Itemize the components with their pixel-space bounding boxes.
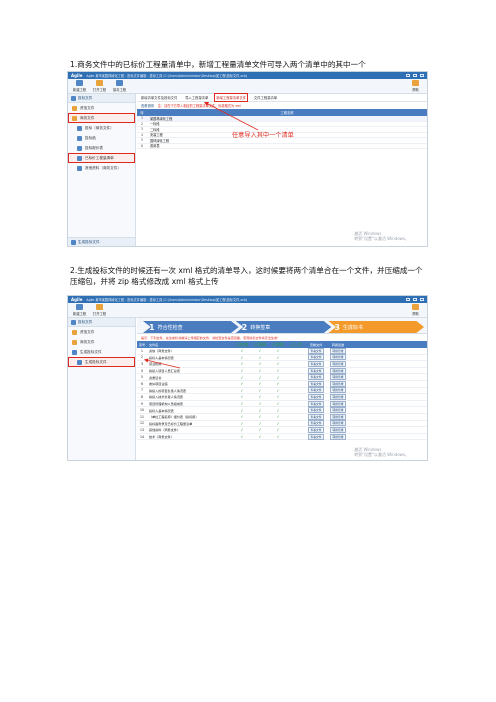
instruction-caption-1: 1.商务文件中的已标价工程量清单中，新增工程量清单文件可导入两个清单中的其中一个 xyxy=(70,60,366,69)
annotation-arrow xyxy=(204,102,259,131)
screenshot-generate-bid: Agile Agile 某市某园林绿化工程 - 投标文件编制 - 投标工具 (C… xyxy=(67,295,428,461)
instruction-caption-2: 2.生成投标文件的时候还有一次 xml 格式的清单导入，这时候要将两个清单合在一… xyxy=(70,266,423,286)
windows-watermark: 激活 Windows 转到"设置"以激活 Windows。 xyxy=(354,231,409,241)
windows-watermark: 激活 Windows 转到"设置"以激活 Windows。 xyxy=(354,447,409,457)
annotation-arrow-2 xyxy=(144,358,181,369)
screenshot-import-bill: Agile Agile 某市某园林绿化工程 - 投标文件编制 - 投标工具 (C… xyxy=(67,71,428,247)
